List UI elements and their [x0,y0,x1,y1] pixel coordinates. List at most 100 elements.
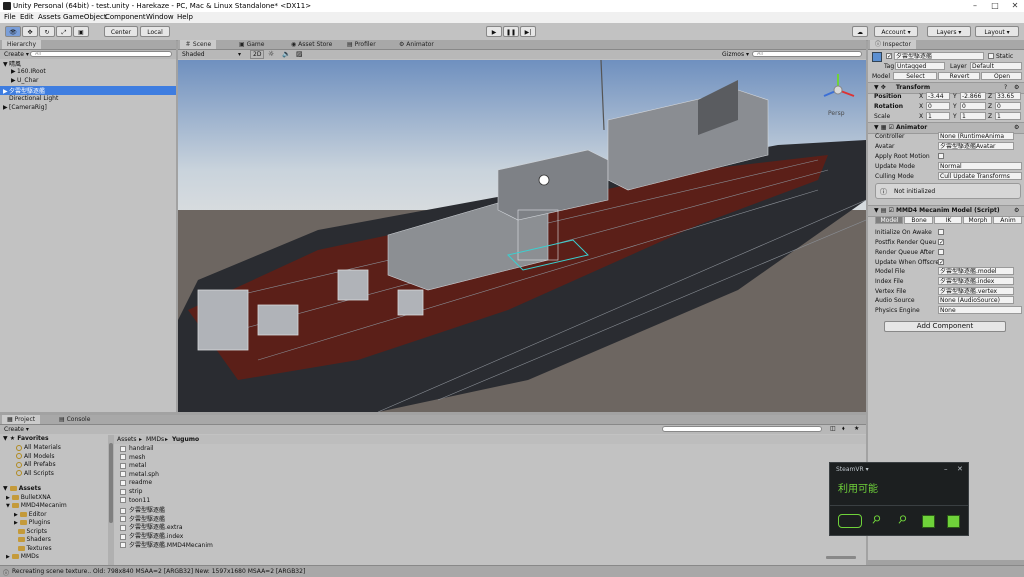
tag-dropdown[interactable]: Untagged [895,62,945,70]
avatar-field[interactable]: 夕雲型駆逐艦Avatar [938,142,1014,150]
tree-arrow-icon[interactable]: ▶ [14,520,18,526]
tree-arrow-icon[interactable]: ▶ [14,512,18,518]
filter-label-icon[interactable]: ⬧ [842,425,845,433]
tree-arrow-icon[interactable] [14,546,16,552]
layers-dropdown[interactable]: Layers ▾ [927,26,971,37]
menu-edit[interactable]: Edit [20,13,34,21]
shading-mode-dropdown[interactable]: Shaded [182,51,205,58]
hierarchy-create-button[interactable]: Create ▾ [4,51,29,58]
vertex-file-field[interactable]: 夕雲型駆逐艦.vertex [938,287,1014,295]
folder-tree-item[interactable]: Shaders [14,536,51,543]
tab-console[interactable]: ▤ Console [54,415,95,424]
file-item[interactable]: 夕雲型駆逐艦.MMD4Mecanim [120,540,213,549]
mmd-gear-icon[interactable]: ⚙ [1014,207,1019,214]
tab-scene[interactable]: ＃ Scene [180,40,217,49]
animator-gear-icon[interactable]: ⚙ [1014,124,1019,131]
file-item[interactable]: toon11 [120,497,150,504]
move-tool-icon[interactable]: ✥ [22,26,38,37]
layer-dropdown[interactable]: Default [970,62,1022,70]
menu-assets[interactable]: Assets [38,13,61,21]
scene-viewport[interactable]: Persp [178,60,866,412]
position-y-field[interactable]: -2.866 [960,92,986,100]
menu-component[interactable]: Component [105,13,146,21]
icon-size-slider[interactable] [826,556,856,559]
menu-window[interactable]: Window [146,13,174,21]
hierarchy-item[interactable]: ▶U_Char [0,77,176,84]
favorites-arrow-icon[interactable]: ▼ [3,435,8,442]
tab-asset-store[interactable]: ◉ Asset Store [286,40,337,49]
effects-toggle-icon[interactable]: ▨ [296,50,303,58]
assets-folder[interactable]: ▼ Assets [3,485,41,492]
tab-game[interactable]: ▣ Game [234,40,269,49]
steamvr-title[interactable]: SteamVR ▾ [836,466,869,473]
culling-mode-dropdown[interactable]: Cull Update Transforms [938,172,1022,180]
tree-arrow-icon[interactable]: ▼ [6,503,10,509]
rect-tool-icon[interactable]: ▣ [73,26,89,37]
menu-file[interactable]: File [4,13,16,21]
mmd-tab-model[interactable]: Model [875,216,903,224]
active-checkbox[interactable]: ✓ [886,53,892,60]
minimize-button[interactable]: – [966,0,984,12]
scale-z-field[interactable]: 1 [995,112,1021,120]
file-item[interactable]: metal.sph [120,471,159,478]
steamvr-close-button[interactable]: ✕ [957,465,963,473]
steamvr-minimize-button[interactable]: – [944,465,948,473]
object-name-field[interactable]: 夕雲型駆逐艦 [894,52,984,60]
breadcrumb-mmds[interactable]: MMDs [146,436,164,443]
file-item[interactable]: strip [120,488,142,495]
folder-tree-item[interactable]: ▶ Editor [14,511,47,518]
apply-root-motion-checkbox[interactable] [938,153,944,159]
transform-help-icon[interactable]: ? [1004,84,1007,91]
hierarchy-item[interactable]: ▶夕雲型駆逐艦 [0,86,176,95]
folder-tree-item[interactable]: ▶ Plugins [14,519,50,526]
tab-hierarchy[interactable]: Hierarchy [2,40,42,49]
maximize-button[interactable]: □ [986,0,1004,12]
gizmos-dropdown[interactable]: Gizmos ▾ [722,51,749,58]
audio-toggle-icon[interactable]: 🔈 [282,50,291,58]
tab-profiler[interactable]: ▤ Profiler [342,40,381,49]
static-checkbox[interactable] [988,53,994,59]
shading-dropdown-arrow-icon[interactable]: ▾ [238,51,241,58]
mmd-tab-bone[interactable]: Bone [904,216,933,224]
breadcrumb-assets[interactable]: Assets [117,436,137,443]
position-x-field[interactable]: -3.44 [926,92,950,100]
folder-tree-item[interactable]: ▶ BulletXNA [6,494,51,501]
account-dropdown[interactable]: Account ▾ [874,26,918,37]
postfix-rq-checkbox[interactable]: ✓ [938,239,944,246]
physics-engine-dropdown[interactable]: None [938,306,1022,314]
tab-project[interactable]: ▦ Project [2,415,41,424]
layout-dropdown[interactable]: Layout ▾ [975,26,1019,37]
file-item[interactable]: handrail [120,445,154,452]
update-offscreen-checkbox[interactable]: ✓ [938,259,944,266]
index-file-field[interactable]: 夕雲型駆逐艦.index [938,277,1014,285]
scene-search-input[interactable]: All [752,51,862,57]
init-on-awake-checkbox[interactable] [938,229,944,235]
mode-2d-toggle[interactable]: 2D [250,50,265,59]
mmd-tab-anim[interactable]: Anim [993,216,1022,224]
model-open-button[interactable]: Open [981,72,1022,80]
animator-enabled-checkbox[interactable]: ☑ [888,124,893,131]
hierarchy-item[interactable]: ▼晴風 [0,59,176,68]
menu-help[interactable]: Help [177,13,193,21]
lighting-toggle-icon[interactable]: ☼ [268,50,274,58]
rotation-x-field[interactable]: 0 [926,102,950,110]
scale-tool-icon[interactable]: ⤢ [56,26,72,37]
tree-arrow-icon[interactable] [14,537,16,543]
menu-gameobject[interactable]: GameObject [63,13,107,21]
model-select-button[interactable]: Select [893,72,937,80]
model-file-field[interactable]: 夕雲型駆逐艦.model [938,267,1014,275]
folder-tree-scroll-thumb[interactable] [109,443,113,523]
hand-tool-icon[interactable]: 👁 [5,26,21,37]
controller-field[interactable]: None (RuntimeAnima [938,132,1014,140]
project-search-input[interactable] [662,426,822,432]
step-button[interactable]: ▶| [520,26,536,37]
folder-tree-item[interactable]: Scripts [14,528,47,535]
pivot-local-button[interactable]: Local [140,26,170,37]
file-item[interactable]: metal [120,462,146,469]
transform-gear-icon[interactable]: ⚙ [1014,84,1019,91]
tree-arrow-icon[interactable] [14,529,16,535]
favorites-folder[interactable]: ▼ ★ Favorites [3,435,49,442]
tree-arrow-icon[interactable]: ▶ [6,554,10,560]
folder-tree-item[interactable]: Textures [14,545,52,552]
position-z-field[interactable]: 33.65 [995,92,1021,100]
